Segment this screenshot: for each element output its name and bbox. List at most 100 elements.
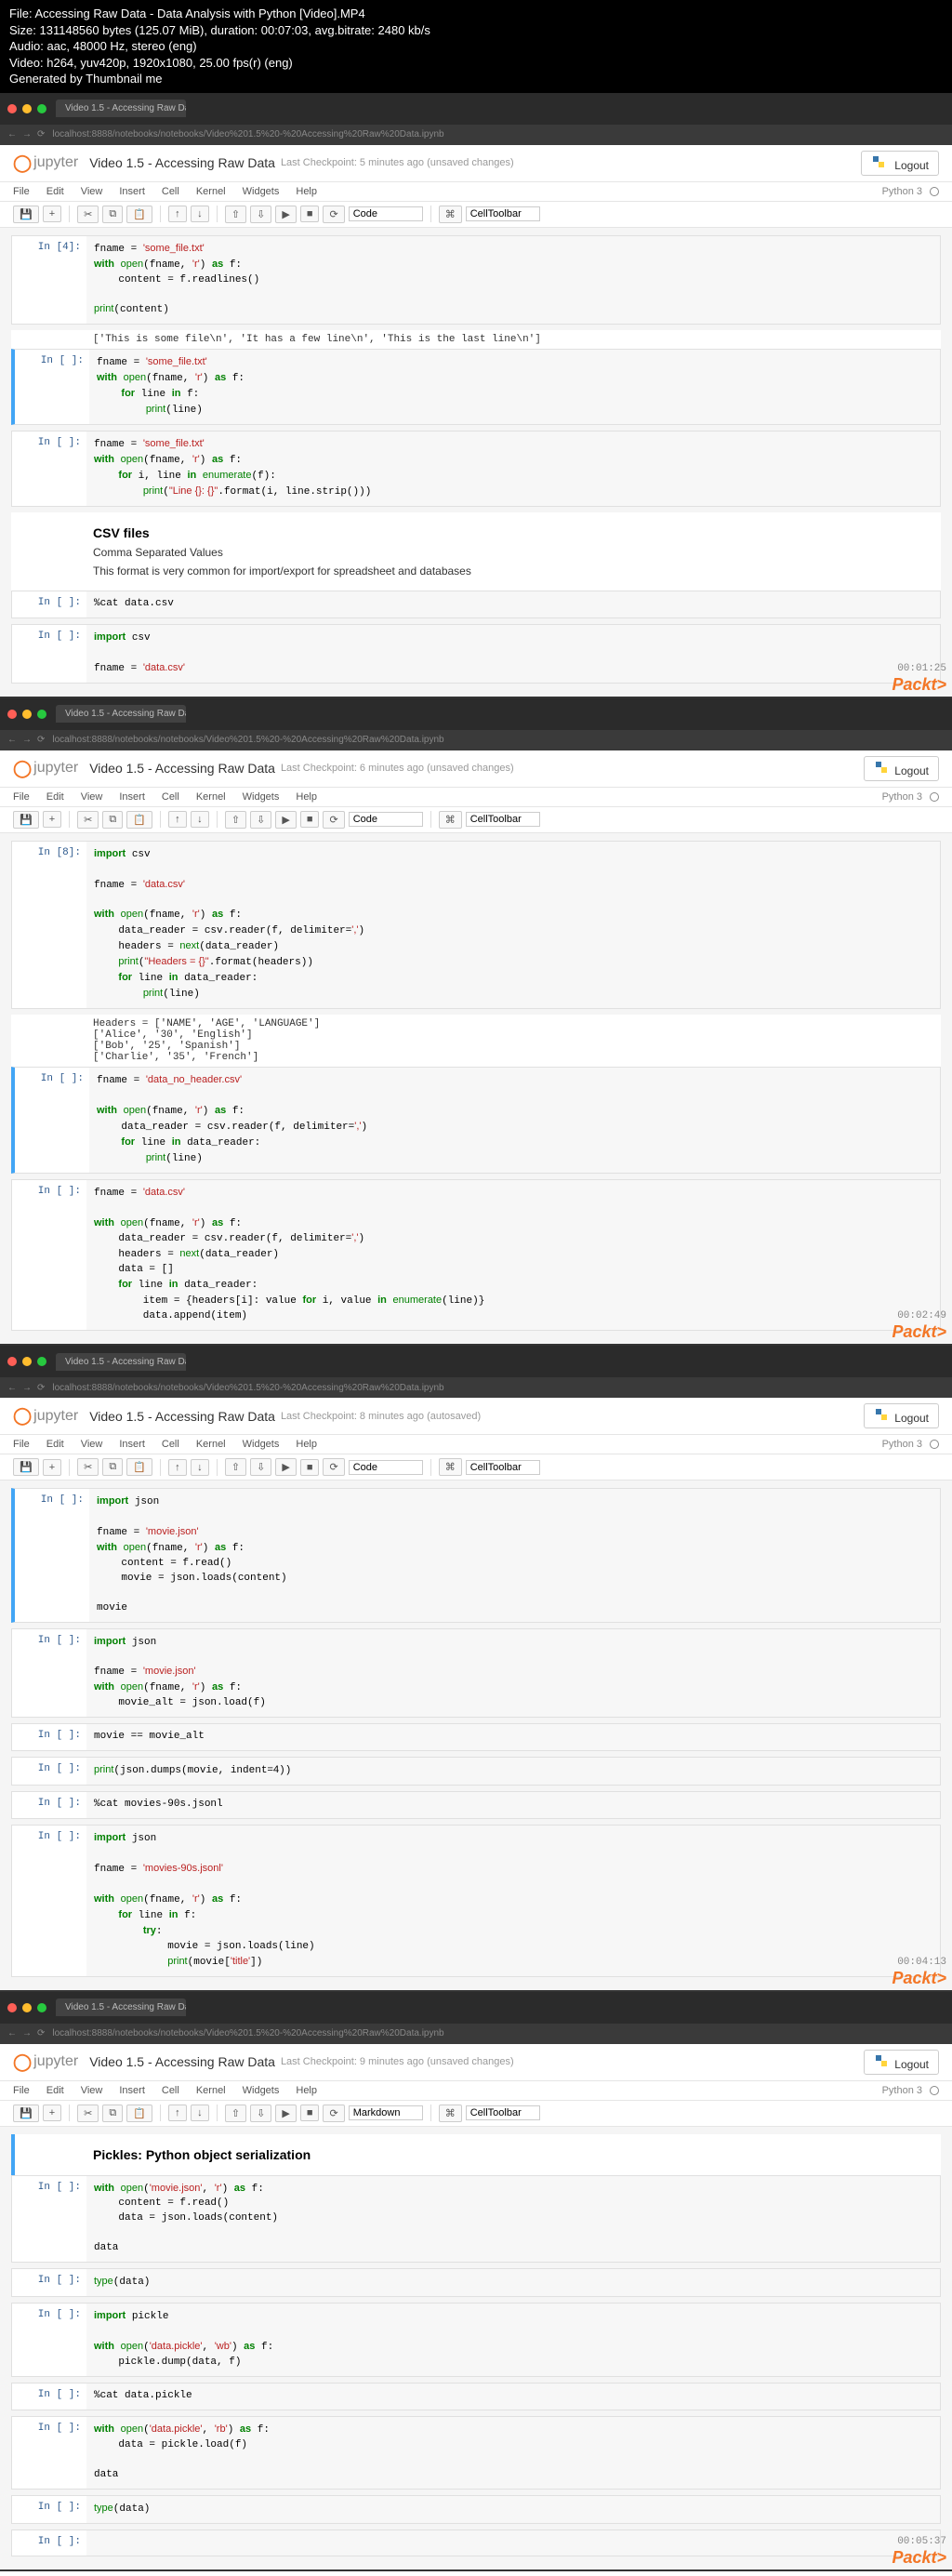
run-down-button[interactable]: ⇩ (250, 1458, 271, 1476)
nav-reload-icon[interactable]: ⟳ (37, 129, 45, 139)
code-cell[interactable]: In [ ]: fname = 'data.csv' with open(fna… (11, 1179, 941, 1331)
move-up-button[interactable]: ↑ (168, 2105, 187, 2121)
paste-button[interactable]: 📋 (126, 206, 152, 223)
menu-help[interactable]: Help (296, 791, 317, 803)
run-down-button[interactable]: ⇩ (250, 811, 271, 829)
add-cell-button[interactable]: + (43, 811, 61, 828)
paste-button[interactable]: 📋 (126, 811, 152, 829)
add-cell-button[interactable]: + (43, 2105, 61, 2121)
copy-button[interactable]: ⧉ (102, 1458, 123, 1476)
maximize-window-icon[interactable] (37, 710, 46, 719)
code-input[interactable]: fname = 'some_file.txt' with open(fname,… (89, 350, 940, 424)
save-button[interactable]: 💾 (13, 206, 39, 223)
notebook-title[interactable]: Video 1.5 - Accessing Raw Data (89, 2054, 275, 2069)
run-down-button[interactable]: ⇩ (250, 2105, 271, 2122)
code-cell[interactable]: In [ ]: import json fname = 'movie.json'… (11, 1628, 941, 1719)
add-cell-button[interactable]: + (43, 1459, 61, 1476)
browser-tab[interactable]: Video 1.5 - Accessing Raw Da (56, 1353, 186, 1371)
browser-tab[interactable]: Video 1.5 - Accessing Raw Da (56, 705, 186, 723)
menu-insert[interactable]: Insert (119, 2085, 145, 2096)
command-palette-button[interactable]: ⌘ (439, 206, 462, 223)
move-up-button[interactable]: ↑ (168, 1459, 187, 1476)
move-down-button[interactable]: ↓ (191, 206, 209, 222)
restart-button[interactable]: ⟳ (323, 206, 344, 223)
code-input[interactable]: %cat data.pickle (86, 2383, 940, 2410)
code-cell[interactable]: In [ ]: print(json.dumps(movie, indent=4… (11, 1757, 941, 1786)
restart-button[interactable]: ⟳ (323, 2105, 344, 2122)
menu-cell[interactable]: Cell (162, 186, 179, 197)
move-up-button[interactable]: ↑ (168, 206, 187, 222)
nav-forward-icon[interactable]: → (22, 1383, 32, 1393)
nav-back-icon[interactable]: ← (7, 129, 17, 139)
play-button[interactable]: ▶ (275, 1458, 296, 1476)
code-cell[interactable]: In [ ]: fname = 'some_file.txt' with ope… (11, 349, 941, 425)
menu-cell[interactable]: Cell (162, 1439, 179, 1450)
url-text[interactable]: localhost:8888/notebooks/notebooks/Video… (52, 2028, 443, 2038)
code-input[interactable]: movie == movie_alt (86, 1724, 940, 1750)
nav-reload-icon[interactable]: ⟳ (37, 1383, 45, 1393)
run-button[interactable]: ⇧ (225, 2105, 246, 2122)
code-cell[interactable]: In [ ]: import csv fname = 'data.csv' (11, 624, 941, 684)
run-button[interactable]: ⇧ (225, 811, 246, 829)
code-input[interactable]: fname = 'some_file.txt' with open(fname,… (86, 236, 940, 325)
code-cell[interactable]: In [ ]: %cat movies-90s.jsonl (11, 1791, 941, 1819)
code-cell[interactable]: In [ ]: type(data) (11, 2268, 941, 2297)
code-input[interactable]: %cat movies-90s.jsonl (86, 1792, 940, 1818)
notebook-title[interactable]: Video 1.5 - Accessing Raw Data (89, 155, 275, 170)
code-cell[interactable]: In [4]: fname = 'some_file.txt' with ope… (11, 235, 941, 325)
menu-widgets[interactable]: Widgets (243, 2085, 280, 2096)
menu-insert[interactable]: Insert (119, 791, 145, 803)
menu-edit[interactable]: Edit (46, 2085, 64, 2096)
code-input[interactable]: fname = 'data.csv' with open(fname, 'r')… (86, 1180, 940, 1330)
jupyter-logo[interactable]: ◯jupyter (13, 2052, 78, 2072)
maximize-window-icon[interactable] (37, 104, 46, 113)
nav-forward-icon[interactable]: → (22, 129, 32, 139)
close-window-icon[interactable] (7, 710, 17, 719)
jupyter-logo[interactable]: ◯jupyter (13, 759, 78, 778)
copy-button[interactable]: ⧉ (102, 811, 123, 829)
notebook-title[interactable]: Video 1.5 - Accessing Raw Data (89, 761, 275, 776)
logout-button[interactable]: Logout (864, 1403, 939, 1428)
command-palette-button[interactable]: ⌘ (439, 2105, 462, 2122)
code-input[interactable]: import csv fname = 'data.csv' (86, 625, 940, 683)
code-input[interactable]: import pickle with open('data.pickle', '… (86, 2304, 940, 2376)
menu-insert[interactable]: Insert (119, 1439, 145, 1450)
save-button[interactable]: 💾 (13, 2105, 39, 2122)
maximize-window-icon[interactable] (37, 1357, 46, 1366)
url-text[interactable]: localhost:8888/notebooks/notebooks/Video… (52, 1383, 443, 1393)
restart-button[interactable]: ⟳ (323, 1458, 344, 1476)
menu-widgets[interactable]: Widgets (243, 791, 280, 803)
code-input[interactable]: import json fname = 'movie.json' with op… (86, 1629, 940, 1718)
move-up-button[interactable]: ↑ (168, 811, 187, 828)
code-cell[interactable]: In [ ]: fname = 'data_no_header.csv' wit… (11, 1067, 941, 1174)
menu-file[interactable]: File (13, 186, 30, 197)
celltoolbar-select[interactable]: CellToolbar (466, 206, 540, 221)
markdown-cell[interactable]: Pickles: Python object serialization (11, 2134, 941, 2175)
menu-help[interactable]: Help (296, 2085, 317, 2096)
jupyter-logo[interactable]: ◯jupyter (13, 153, 78, 173)
code-input[interactable]: type(data) (86, 2269, 940, 2296)
code-input[interactable]: fname = 'data_no_header.csv' with open(f… (89, 1068, 940, 1173)
code-cell[interactable]: In [ ]: type(data) (11, 2495, 941, 2524)
restart-button[interactable]: ⟳ (323, 811, 344, 829)
menu-help[interactable]: Help (296, 186, 317, 197)
menu-view[interactable]: View (81, 791, 103, 803)
url-text[interactable]: localhost:8888/notebooks/notebooks/Video… (52, 129, 443, 139)
menu-kernel[interactable]: Kernel (196, 186, 226, 197)
command-palette-button[interactable]: ⌘ (439, 811, 462, 829)
stop-button[interactable]: ■ (300, 1459, 320, 1476)
minimize-window-icon[interactable] (22, 2003, 32, 2012)
celltoolbar-select[interactable]: CellToolbar (466, 1460, 540, 1475)
move-down-button[interactable]: ↓ (191, 2105, 209, 2121)
celltype-select[interactable]: Code (349, 206, 423, 221)
celltype-select[interactable]: Markdown (349, 2105, 423, 2120)
cut-button[interactable]: ✂ (77, 2105, 99, 2122)
menu-kernel[interactable]: Kernel (196, 2085, 226, 2096)
close-window-icon[interactable] (7, 104, 17, 113)
code-input[interactable]: print(json.dumps(movie, indent=4)) (86, 1758, 940, 1785)
code-cell[interactable]: In [ ]: fname = 'some_file.txt' with ope… (11, 431, 941, 507)
maximize-window-icon[interactable] (37, 2003, 46, 2012)
code-input[interactable]: import json fname = 'movie.json' with op… (89, 1489, 940, 1622)
code-cell[interactable]: In [ ]: with open('data.pickle', 'rb') a… (11, 2416, 941, 2490)
code-cell[interactable]: In [8]: import csv fname = 'data.csv' wi… (11, 841, 941, 1009)
